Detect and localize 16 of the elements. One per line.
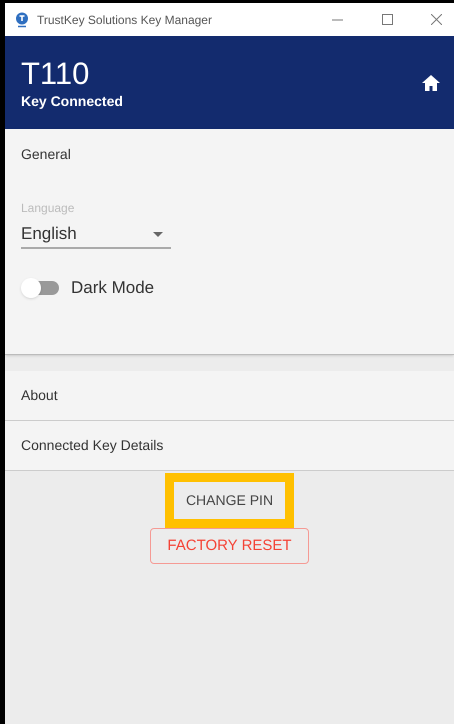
- maximize-icon[interactable]: [382, 14, 393, 25]
- section-heading[interactable]: Connected Key Details: [5, 421, 454, 471]
- section-heading[interactable]: About: [5, 371, 454, 421]
- connection-status: Key Connected: [21, 92, 123, 110]
- device-title: T110: [21, 56, 90, 92]
- close-icon[interactable]: [431, 14, 442, 25]
- minimize-icon[interactable]: [332, 18, 343, 20]
- language-dropdown[interactable]: English: [21, 221, 171, 249]
- dark-mode-toggle[interactable]: [21, 278, 61, 298]
- section-heading[interactable]: General: [21, 144, 438, 165]
- field-label: Language: [21, 200, 76, 217]
- window-title: TrustKey Solutions Key Manager: [37, 12, 212, 28]
- dropdown-caret-icon: [153, 232, 163, 236]
- app-logo-icon: [15, 12, 29, 28]
- home-icon[interactable]: [422, 74, 440, 90]
- toggle-label: Dark Mode: [71, 277, 154, 299]
